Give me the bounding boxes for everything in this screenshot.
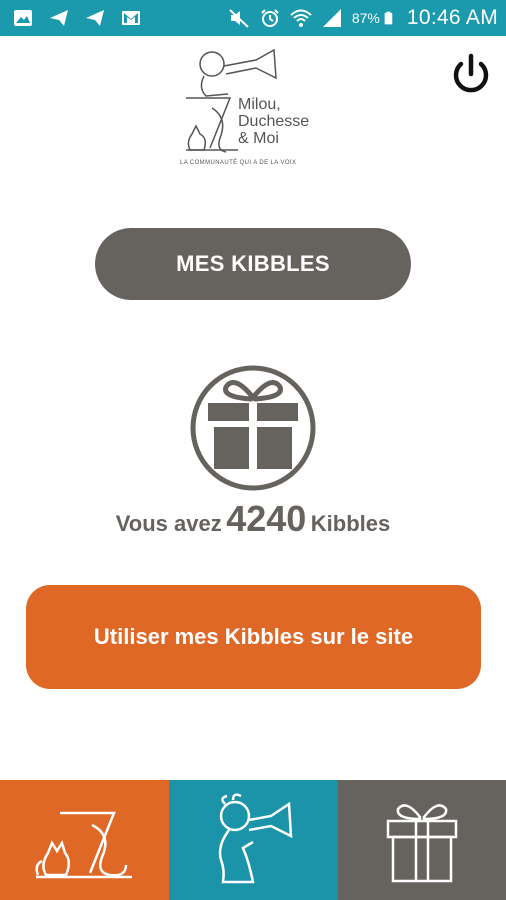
signal-icon	[322, 9, 341, 27]
tab-community[interactable]	[0, 780, 169, 900]
logo-line: & Moi	[238, 130, 279, 147]
clock: 10:46 AM	[406, 6, 498, 29]
gallery-icon	[14, 10, 32, 26]
balance-prefix: Vous avez	[115, 511, 222, 536]
send-icon	[50, 10, 68, 26]
app-logo: Milou, Duchesse & Moi LA COMMUNAUTÉ QUI …	[178, 38, 338, 170]
bottom-nav	[0, 780, 506, 900]
use-kibbles-button[interactable]: Utiliser mes Kibbles sur le site	[26, 585, 481, 689]
gmail-icon	[122, 11, 140, 25]
alarm-icon	[261, 9, 279, 27]
tab-profile[interactable]	[169, 780, 338, 900]
battery-percent: 87%	[351, 10, 380, 26]
logo-wordmark: Milou, Duchesse & Moi	[238, 96, 309, 147]
logo-tagline: LA COMMUNAUTÉ QUI A DE LA VOIX	[180, 160, 297, 166]
balance-amount: 4240	[226, 498, 307, 539]
kibbles-balance: Vous avez 4240 Kibbles	[0, 498, 506, 540]
dog-cat-icon	[34, 811, 132, 879]
mes-kibbles-button[interactable]: MES KIBBLES	[95, 228, 411, 300]
gift-icon	[190, 365, 316, 491]
notification-icons	[12, 6, 142, 30]
send-icon	[86, 10, 104, 26]
balance-suffix: Kibbles	[310, 511, 391, 536]
battery-icon	[384, 11, 393, 25]
system-icons: 87% 10:46 AM	[228, 4, 498, 32]
power-icon[interactable]	[448, 52, 494, 98]
tab-kibbles[interactable]	[338, 780, 506, 900]
status-bar: 87% 10:46 AM	[0, 0, 506, 36]
wifi-icon	[290, 9, 312, 27]
trumpet-boy-icon	[218, 793, 292, 884]
gift-icon	[386, 804, 458, 883]
logo-line: Milou,	[238, 96, 281, 113]
logo-line: Duchesse	[238, 113, 310, 130]
mute-icon	[229, 9, 249, 28]
